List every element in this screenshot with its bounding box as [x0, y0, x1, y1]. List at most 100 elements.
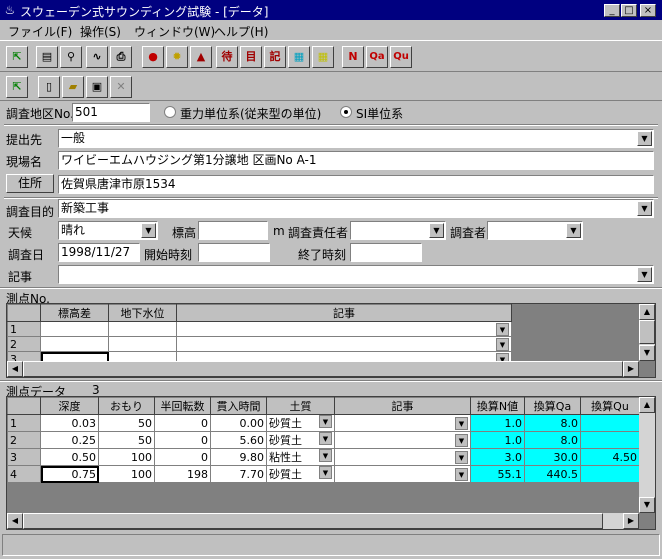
chevron-down-icon[interactable]: ▼ [429, 223, 444, 238]
scroll-thumb[interactable] [23, 513, 603, 529]
binoculars-icon[interactable]: ⚲ [60, 46, 82, 68]
table-row[interactable]: 2 ▼ [7, 336, 512, 352]
chevron-down-icon[interactable]: ▼ [455, 467, 468, 481]
scroll-up-icon[interactable]: ▲ [639, 304, 655, 320]
cell-half-turns[interactable]: 0 [154, 431, 211, 449]
cell-time[interactable]: 9.80 [210, 448, 267, 466]
wait-icon[interactable]: 待 [216, 46, 238, 68]
menu-window[interactable]: ウィンドウ(W) [134, 23, 215, 40]
si-unit-radio[interactable] [340, 106, 352, 118]
cell-n[interactable]: 1.0 [470, 431, 525, 449]
scroll-right-icon[interactable]: ▶ [623, 513, 639, 529]
cell-qu[interactable] [580, 414, 640, 432]
cell[interactable]: ▼ [176, 336, 512, 352]
cell-weight[interactable]: 50 [98, 431, 155, 449]
open-folder-icon[interactable]: ▰ [62, 76, 84, 98]
cell-qa[interactable]: 440.5 [524, 465, 581, 483]
cell-time[interactable]: 5.60 [210, 431, 267, 449]
cell-note[interactable]: ▼ [334, 465, 471, 483]
cell-note[interactable]: ▼ [334, 431, 471, 449]
cell-note[interactable]: ▼ [334, 448, 471, 466]
chevron-down-icon[interactable]: ▼ [141, 223, 156, 238]
chevron-down-icon[interactable]: ▼ [319, 415, 332, 428]
notes-select[interactable]: ▼ [58, 265, 654, 284]
cell-soil[interactable]: ▼ 粘性土 [266, 448, 335, 466]
scroll-down-icon[interactable]: ▼ [639, 497, 655, 513]
cell-qa[interactable]: 30.0 [524, 448, 581, 466]
measurements-horizontal-scrollbar[interactable]: ◀ ▶ [7, 513, 639, 529]
cell-qu[interactable] [580, 431, 640, 449]
exit-icon[interactable]: ⇱ [6, 46, 28, 68]
scroll-thumb[interactable] [639, 320, 655, 344]
chevron-down-icon[interactable]: ▼ [319, 432, 332, 445]
submit-to-select[interactable]: 一般 ▼ [58, 129, 654, 148]
cell-depth[interactable]: 0.25 [40, 431, 99, 449]
scroll-down-icon[interactable]: ▼ [639, 345, 655, 361]
close-button[interactable]: × [640, 4, 656, 17]
points-horizontal-scrollbar[interactable]: ◀ ▶ [7, 361, 639, 377]
address-input[interactable]: 佐賀県唐津市原1534 [58, 175, 654, 194]
scroll-left-icon[interactable]: ◀ [7, 513, 23, 529]
date-input[interactable]: 1998/11/27 [58, 243, 140, 262]
cell-weight[interactable]: 50 [98, 414, 155, 432]
list-icon[interactable]: ▤ [36, 46, 58, 68]
scroll-left-icon[interactable]: ◀ [7, 361, 23, 377]
site-name-input[interactable]: ワイビーエムハウジング第1分譲地 区画No A-1 [58, 151, 654, 170]
cell-depth[interactable]: 0.03 [40, 414, 99, 432]
chevron-down-icon[interactable]: ▼ [566, 223, 581, 238]
chevron-down-icon[interactable]: ▼ [496, 322, 509, 336]
manager-select[interactable]: ▼ [350, 221, 446, 240]
cell-soil[interactable]: ▼ 砂質土 [266, 414, 335, 432]
mound-icon[interactable]: ▲ [190, 46, 212, 68]
gear-icon[interactable]: ✹ [166, 46, 188, 68]
chevron-down-icon[interactable]: ▼ [455, 450, 468, 464]
cell-qu[interactable]: 4.50 [580, 448, 640, 466]
investigator-select[interactable]: ▼ [487, 221, 583, 240]
cell-depth[interactable]: 0.75 [40, 465, 99, 483]
chevron-down-icon[interactable]: ▼ [637, 131, 652, 146]
cell-qa[interactable]: 8.0 [524, 431, 581, 449]
weather-select[interactable]: 晴れ ▼ [58, 221, 158, 240]
cell-n[interactable]: 55.1 [470, 465, 525, 483]
chart-icon[interactable]: ∿ [86, 46, 108, 68]
record-icon[interactable]: 記 [264, 46, 286, 68]
back-icon[interactable]: ⇱ [6, 76, 28, 98]
measurements-vertical-scrollbar[interactable]: ▲ ▼ [639, 397, 655, 513]
elevation-input[interactable] [198, 221, 268, 240]
menu-file[interactable]: ファイル(F) [8, 23, 72, 40]
cell[interactable] [108, 336, 177, 352]
chevron-down-icon[interactable]: ▼ [637, 201, 652, 216]
table-row[interactable]: 4 0.75 100 198 7.70 ▼ 砂質土 ▼ 55.1 440.5 [7, 465, 640, 483]
delete-icon[interactable]: ✕ [110, 76, 132, 98]
yellow-tool-icon[interactable]: ▦ [312, 46, 334, 68]
cell[interactable] [40, 336, 109, 352]
tool-red-icon[interactable]: ● [142, 46, 164, 68]
qu-button[interactable]: Qu [390, 46, 412, 68]
cell-soil[interactable]: ▼ 砂質土 [266, 431, 335, 449]
eye-icon[interactable]: 目 [240, 46, 262, 68]
chevron-down-icon[interactable]: ▼ [637, 267, 652, 282]
cell[interactable] [108, 321, 177, 337]
maximize-button[interactable]: □ [621, 4, 637, 17]
chevron-down-icon[interactable]: ▼ [455, 433, 468, 447]
cell-n[interactable]: 1.0 [470, 414, 525, 432]
scroll-right-icon[interactable]: ▶ [623, 361, 639, 377]
start-time-input[interactable] [198, 243, 270, 262]
scroll-thumb[interactable] [23, 361, 623, 377]
cell-time[interactable]: 0.00 [210, 414, 267, 432]
chevron-down-icon[interactable]: ▼ [496, 337, 509, 351]
cell-qa[interactable]: 8.0 [524, 414, 581, 432]
cell-half-turns[interactable]: 0 [154, 414, 211, 432]
cell-weight[interactable]: 100 [98, 448, 155, 466]
minimize-button[interactable]: _ [604, 4, 620, 17]
cell[interactable] [40, 321, 109, 337]
gravity-unit-radio[interactable] [164, 106, 176, 118]
address-button[interactable]: 住所 [6, 174, 54, 193]
end-time-input[interactable] [350, 243, 422, 262]
cell-soil[interactable]: ▼ 砂質土 [266, 465, 335, 483]
cell-depth[interactable]: 0.50 [40, 448, 99, 466]
table-row[interactable]: 3 0.50 100 0 9.80 ▼ 粘性土 ▼ 3.0 30.0 4.50 [7, 448, 640, 466]
purpose-select[interactable]: 新築工事 ▼ [58, 199, 654, 218]
chevron-down-icon[interactable]: ▼ [319, 466, 332, 479]
cell-note[interactable]: ▼ [334, 414, 471, 432]
